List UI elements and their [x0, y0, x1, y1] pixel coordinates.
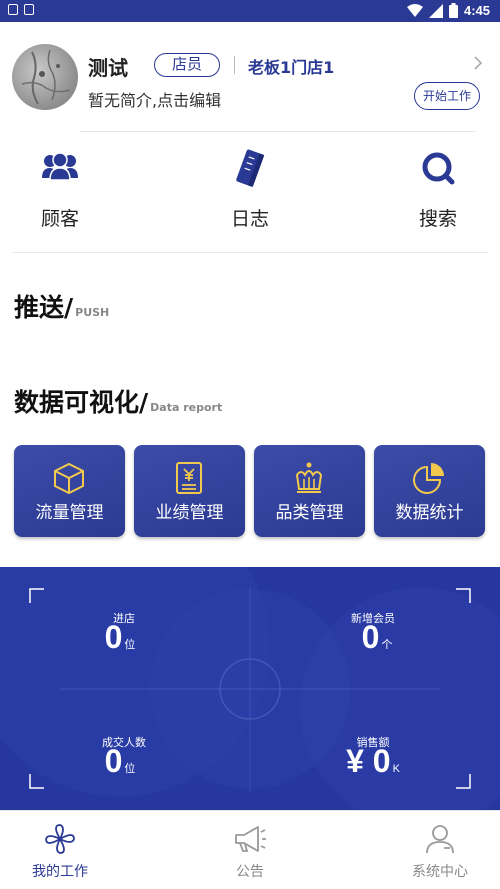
- visitors-value: 0位: [60, 619, 180, 656]
- metric-unit: K: [392, 763, 400, 775]
- megaphone-icon: [235, 826, 266, 852]
- section-subtitle: PUSH: [75, 306, 110, 319]
- quick-action-label: 搜索: [418, 208, 457, 230]
- clock: 4:45: [463, 3, 490, 18]
- sales-value: ¥ 0K: [313, 743, 433, 780]
- metric-unit: 位: [124, 763, 136, 775]
- notification-icon: [24, 4, 34, 15]
- crown-icon: [295, 462, 323, 493]
- wifi-icon: [406, 3, 423, 17]
- notification-icons: [8, 4, 34, 15]
- tile-label: 品类管理: [275, 503, 344, 523]
- data-tiles: 流量管理 业绩管理 品类管理 数据统计: [14, 445, 486, 537]
- bio-text[interactable]: 暂无简介,点击编辑: [88, 87, 221, 111]
- search-button[interactable]: 搜索: [378, 140, 498, 240]
- nav-my-work[interactable]: 我的工作: [0, 811, 120, 889]
- section-subtitle: Data report: [150, 401, 223, 414]
- section-title-text: 推送/: [14, 293, 74, 322]
- data-report-section-title: 数据可视化/Data report: [14, 383, 222, 419]
- bottom-nav: 我的工作 公告 系统中心: [0, 810, 500, 889]
- tile-label: 流量管理: [35, 503, 104, 523]
- log-button[interactable]: 日志: [190, 140, 310, 240]
- metric-number: 0: [104, 743, 123, 779]
- metric-number: 0: [361, 619, 380, 655]
- metric-unit: 个: [381, 639, 393, 651]
- notification-icon: [8, 4, 18, 15]
- nav-label: 系统中心: [412, 864, 468, 880]
- avatar[interactable]: [12, 44, 78, 110]
- start-work-button[interactable]: 开始工作: [414, 82, 480, 110]
- avatar-image: [21, 49, 71, 105]
- battery-icon: [448, 3, 458, 18]
- profile-header[interactable]: 测试 店员 老板1门店1 暂无简介,点击编辑 开始工作: [0, 22, 500, 130]
- new-members-value: 0个: [317, 619, 437, 656]
- push-section-title: 推送/PUSH: [14, 288, 109, 324]
- chevron-right-icon[interactable]: [471, 56, 485, 70]
- nav-label: 公告: [236, 864, 264, 880]
- search-icon: [422, 152, 455, 185]
- user-name: 测试: [88, 56, 128, 80]
- status-bar: 4:45: [0, 0, 500, 22]
- yen-document-icon: [176, 462, 202, 494]
- metric-unit: 位: [124, 639, 136, 651]
- divider: [12, 252, 488, 253]
- metric-number: ¥ 0: [346, 743, 391, 779]
- deals-value: 0位: [60, 743, 180, 780]
- tile-label: 业绩管理: [155, 503, 224, 523]
- status-icons: 4:45: [406, 3, 490, 18]
- box-icon: [54, 462, 84, 495]
- divider: [234, 56, 235, 74]
- traffic-management-tile[interactable]: 流量管理: [14, 445, 125, 537]
- pinwheel-icon: [45, 824, 75, 854]
- user-icon: [426, 825, 454, 854]
- category-management-tile[interactable]: 品类管理: [254, 445, 365, 537]
- divider: [80, 131, 476, 132]
- store-name: 老板1门店1: [248, 58, 335, 77]
- nav-system-center[interactable]: 系统中心: [380, 811, 500, 889]
- metric-number: 0: [104, 619, 123, 655]
- log-icon: [236, 149, 265, 188]
- quick-action-label: 日志: [230, 208, 269, 230]
- nav-label: 我的工作: [32, 864, 88, 880]
- section-title-text: 数据可视化/: [14, 388, 149, 417]
- data-statistics-tile[interactable]: 数据统计: [374, 445, 485, 537]
- nav-announcements[interactable]: 公告: [190, 811, 310, 889]
- quick-action-label: 顾客: [40, 208, 79, 230]
- role-badge: 店员: [154, 53, 220, 77]
- pie-chart-icon: [413, 463, 444, 494]
- signal-icon: [428, 3, 443, 18]
- tile-label: 数据统计: [395, 503, 464, 523]
- customers-button[interactable]: 顾客: [0, 140, 120, 240]
- performance-management-tile[interactable]: 业绩管理: [134, 445, 245, 537]
- metrics-dashboard: 进店 0位 新增会员 0个 成交人数 0位 销售额 ¥ 0K: [0, 567, 500, 810]
- quick-actions: 顾客 日志 搜索: [0, 140, 500, 240]
- customers-icon: [42, 152, 78, 181]
